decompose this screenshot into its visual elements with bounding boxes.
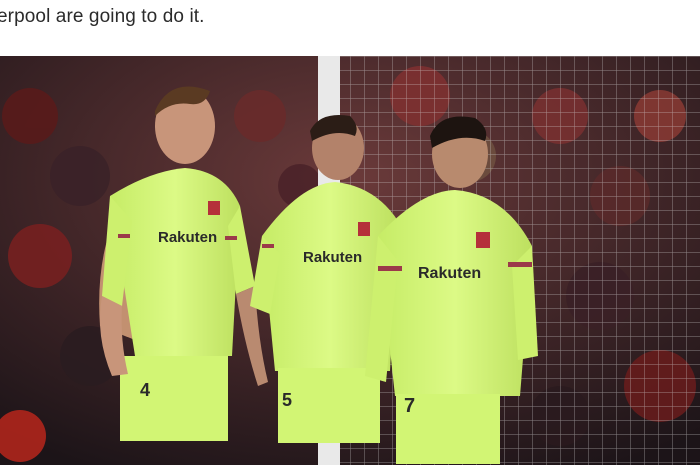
player-right-number: 7 [404,395,415,417]
player-left-sponsor: Rakuten [158,229,217,246]
player-right-sponsor: Rakuten [418,265,481,282]
player-middle-number: 5 [282,390,292,410]
player-left-number: 4 [140,380,150,400]
article-photo: Rakuten 4 Rakuten 5 Rakuten 7 [0,56,700,465]
player-middle-sponsor: Rakuten [303,249,362,266]
article-text-line: erpool are going to do it. [0,6,205,27]
players-photo-illustration: Rakuten 4 Rakuten 5 Rakuten 7 [0,56,700,465]
article-text: erpool are going to do it. [0,0,700,56]
